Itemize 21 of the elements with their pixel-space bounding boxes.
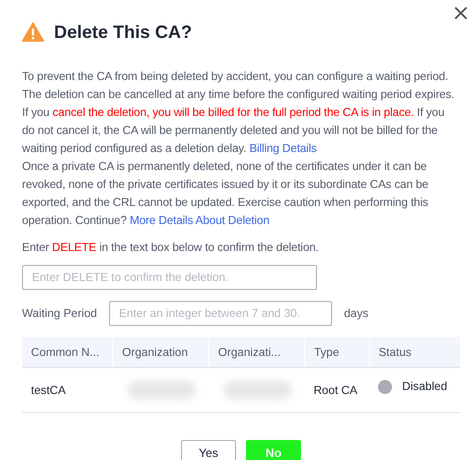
unit-label: days [344,307,368,320]
table-cell: testCA [22,368,113,412]
table-cell: Root CA [304,368,370,412]
status-text: Disabled [402,380,448,393]
warning-paragraph: To prevent the CA from being deleted by accident, you can configure a waiting period. The deletion can be cancelled at any time before the configured waiting period expires. If you cancel the deletion, you will be billed for the full period the CA is in place. If you do not cancel it, the CA will be permanently deleted and you will not be billed for the waiting period configured as a deletion delay. Billing Details [22,69,456,157]
secondary-button[interactable]: Yes [181,440,236,460]
warning-icon [22,22,44,42]
details-link[interactable]: More Details About Deletion [130,214,270,227]
field-label: Waiting Period [22,307,97,320]
close-button[interactable]: × [448,3,474,25]
column-header: Organization [112,337,209,368]
confirm-input-field[interactable]: Enter DELETE to confirm the deletion. [22,265,317,290]
column-header: Organizati... [208,337,305,368]
column-header: Common N... [22,337,113,368]
column-header: Type [304,337,370,368]
warning-paragraph: Once a private CA is permanently deleted, none of the certificates under it can be revoked, none of the private certificates issued by it or its subordinate CAs can be exported, and the CRL cannot be updated. Exercise caution when performing this operation. Continue? More Details About Deletion [22,159,430,229]
details-link[interactable]: Billing Details [249,142,317,155]
column-header: Status [369,337,460,368]
dialog-title: Delete This CA? [54,22,192,42]
waiting-period-field[interactable]: Enter an integer between 7 and 30. [108,301,332,326]
confirm-prompt: Enter DELETE in the text box below to confirm the deletion. [22,240,320,256]
